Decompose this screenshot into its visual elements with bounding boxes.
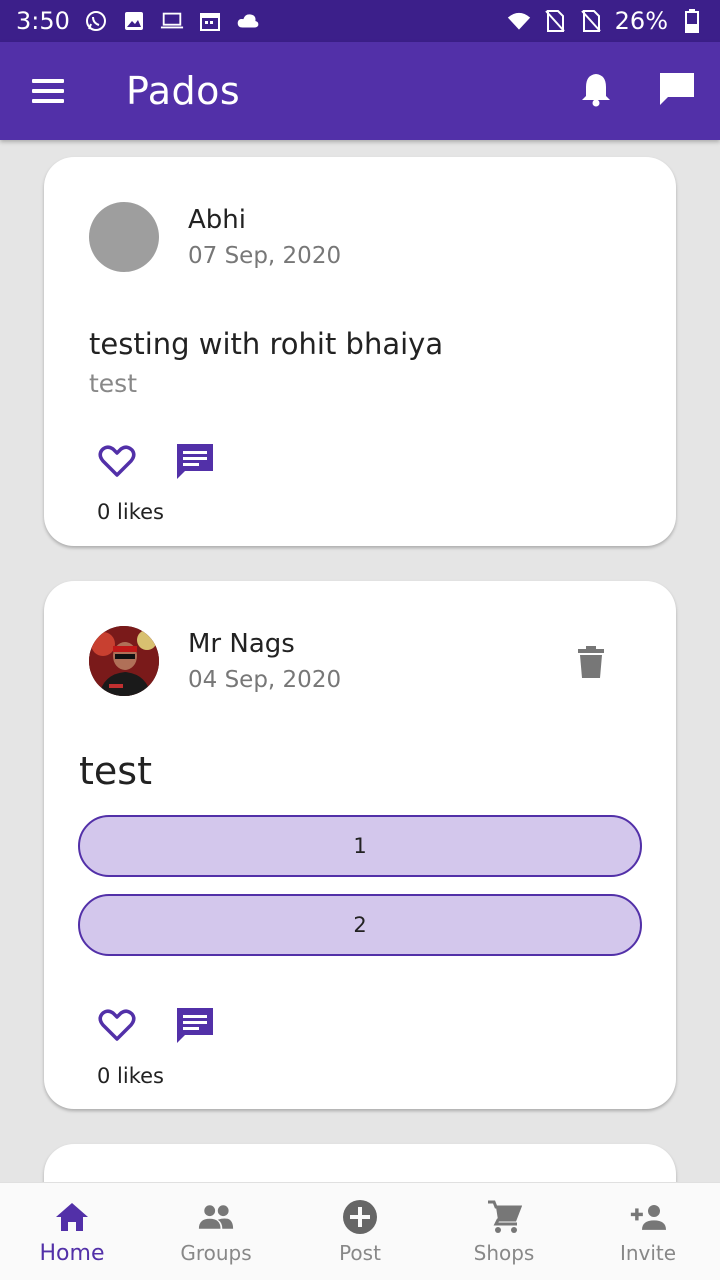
groups-icon bbox=[198, 1199, 234, 1235]
post-title: testing with rohit bhaiya bbox=[89, 327, 444, 361]
status-bar: 3:50 26% bbox=[0, 0, 720, 42]
nav-label: Groups bbox=[180, 1241, 252, 1265]
post-card: Mr Nags 04 Sep, 2020 test 1 2 0 likes bbox=[44, 581, 676, 1109]
battery-icon bbox=[680, 9, 704, 33]
poll-option-1[interactable]: 1 bbox=[78, 815, 642, 877]
image-icon bbox=[122, 9, 146, 33]
chat-icon[interactable] bbox=[658, 71, 696, 111]
like-heart-icon[interactable] bbox=[97, 441, 137, 481]
nav-post[interactable]: Post bbox=[288, 1183, 432, 1280]
calendar-icon bbox=[198, 9, 222, 33]
menu-icon-line-1 bbox=[32, 79, 64, 83]
menu-icon-line-2 bbox=[32, 89, 64, 93]
add-circle-icon bbox=[342, 1199, 378, 1235]
post-card: Abhi 07 Sep, 2020 testing with rohit bha… bbox=[44, 157, 676, 546]
app-bar: Pados bbox=[0, 42, 720, 140]
notifications-bell-icon[interactable] bbox=[580, 71, 612, 111]
post-title: test bbox=[79, 749, 152, 793]
whatsapp-icon bbox=[84, 9, 108, 33]
nav-invite[interactable]: Invite bbox=[576, 1183, 720, 1280]
post-date: 04 Sep, 2020 bbox=[188, 667, 342, 693]
nav-shops[interactable]: Shops bbox=[432, 1183, 576, 1280]
nav-label: Invite bbox=[619, 1241, 677, 1265]
delete-trash-icon[interactable] bbox=[576, 645, 606, 679]
no-sim-icon-2 bbox=[579, 9, 603, 33]
likes-count: 0 likes bbox=[97, 1064, 164, 1088]
post-author[interactable]: Mr Nags bbox=[188, 629, 295, 659]
nav-label: Home bbox=[39, 1241, 105, 1266]
post-date: 07 Sep, 2020 bbox=[188, 243, 342, 269]
like-heart-icon[interactable] bbox=[97, 1005, 137, 1045]
app-title: Pados bbox=[126, 69, 241, 113]
likes-count: 0 likes bbox=[97, 500, 164, 524]
battery-percent: 26% bbox=[614, 7, 668, 35]
post-card bbox=[44, 1144, 676, 1182]
status-time: 3:50 bbox=[16, 7, 70, 35]
bottom-navigation: Home Groups Post Shops Invite bbox=[0, 1182, 720, 1280]
no-sim-icon bbox=[543, 9, 567, 33]
avatar[interactable] bbox=[89, 202, 159, 272]
laptop-icon bbox=[160, 9, 184, 33]
post-body: test bbox=[89, 369, 138, 398]
nav-groups[interactable]: Groups bbox=[144, 1183, 288, 1280]
nav-label: Post bbox=[339, 1241, 381, 1265]
nav-home[interactable]: Home bbox=[0, 1183, 144, 1280]
nav-label: Shops bbox=[473, 1241, 535, 1265]
cart-icon bbox=[486, 1199, 522, 1235]
wifi-icon bbox=[507, 9, 531, 33]
avatar[interactable] bbox=[89, 626, 159, 696]
posts-feed[interactable]: Abhi 07 Sep, 2020 testing with rohit bha… bbox=[0, 140, 720, 1182]
post-author[interactable]: Abhi bbox=[188, 205, 246, 235]
comment-icon[interactable] bbox=[175, 441, 215, 481]
add-person-icon bbox=[630, 1199, 666, 1235]
comment-icon[interactable] bbox=[175, 1005, 215, 1045]
poll-option-2[interactable]: 2 bbox=[78, 894, 642, 956]
cloud-icon bbox=[236, 9, 260, 33]
home-icon bbox=[54, 1199, 90, 1235]
menu-icon-line-3 bbox=[32, 99, 64, 103]
menu-button[interactable] bbox=[32, 73, 68, 109]
